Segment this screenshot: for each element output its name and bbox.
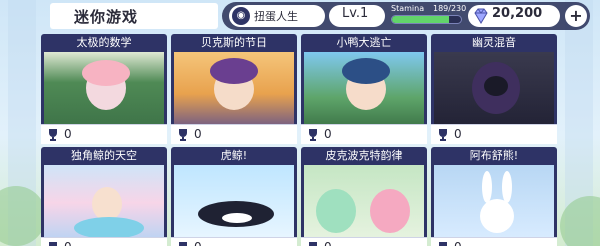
trophy-icon xyxy=(49,129,57,141)
level-text: Lv.1 xyxy=(342,6,369,21)
card-score-bar: 0 xyxy=(431,237,557,246)
game-score: 0 xyxy=(454,240,462,246)
gem-count: 20,200 xyxy=(492,6,543,21)
game-title: 幽灵混音 xyxy=(472,36,516,49)
game-title: 皮克波克特韵律 xyxy=(325,149,403,162)
game-title: 太极的数学 xyxy=(76,36,132,49)
player-name: 扭蛋人生 xyxy=(254,10,298,23)
game-thumbnail xyxy=(434,52,554,128)
card-score-bar: 0 xyxy=(41,124,167,144)
character-hair xyxy=(342,58,390,84)
game-card[interactable]: 小鸭大逃亡 0 xyxy=(301,34,427,144)
game-score: 0 xyxy=(64,127,72,141)
game-title: 贝克斯的节日 xyxy=(201,36,267,49)
game-card[interactable]: 皮克波克特韵律 0 xyxy=(301,147,427,246)
game-thumbnail xyxy=(174,52,294,128)
character-illustration xyxy=(370,189,410,233)
game-title: 小鸭大逃亡 xyxy=(336,36,392,49)
background-tree xyxy=(0,186,46,246)
game-card[interactable]: 贝克斯的节日 0 xyxy=(171,34,297,144)
game-thumbnail xyxy=(304,52,424,128)
character-hair xyxy=(210,58,258,84)
game-card[interactable]: 阿布舒熊! 0 xyxy=(431,147,557,246)
diamond-icon xyxy=(474,8,488,24)
bunny-illustration xyxy=(480,199,514,233)
card-score-bar: 0 xyxy=(171,237,297,246)
game-score: 0 xyxy=(194,127,202,141)
stamina-label: Stamina xyxy=(391,4,425,13)
add-gems-button[interactable]: + xyxy=(565,5,587,27)
character-illustration xyxy=(92,187,122,221)
character-illustration xyxy=(316,189,356,233)
gacha-icon: ◉ xyxy=(232,7,250,25)
card-score-bar: 0 xyxy=(171,124,297,144)
page-title: 迷你游戏 xyxy=(74,8,139,26)
trophy-icon xyxy=(309,242,317,246)
character-hair xyxy=(82,60,130,86)
game-thumbnail xyxy=(44,52,164,128)
card-score-bar: 0 xyxy=(41,237,167,246)
card-score-bar: 0 xyxy=(301,124,427,144)
game-card[interactable]: 幽灵混音 0 xyxy=(431,34,557,144)
stamina-bar xyxy=(391,15,462,24)
stamina-bar-fill xyxy=(392,16,449,23)
trophy-icon xyxy=(439,242,447,246)
narwhal-illustration xyxy=(74,217,144,239)
trophy-icon xyxy=(309,129,317,141)
game-score: 0 xyxy=(454,127,462,141)
header-bar: 迷你游戏 ◉ 扭蛋人生 Lv.1 Stamina 189/230 20,200 … xyxy=(0,0,600,32)
game-thumbnail xyxy=(304,165,424,241)
game-thumbnail xyxy=(434,165,554,241)
game-score: 0 xyxy=(194,240,202,246)
bunny-ear xyxy=(482,171,492,203)
game-thumbnail xyxy=(174,165,294,241)
game-card[interactable]: 虎鲸! 0 xyxy=(171,147,297,246)
card-score-bar: 0 xyxy=(301,237,427,246)
game-card[interactable]: 独角鲸的天空 0 xyxy=(41,147,167,246)
game-score: 0 xyxy=(324,240,332,246)
game-card[interactable]: 太极的数学 0 xyxy=(41,34,167,144)
game-title: 独角鲸的天空 xyxy=(71,149,137,162)
trophy-icon xyxy=(49,242,57,246)
game-thumbnail xyxy=(44,165,164,241)
bunny-ear xyxy=(502,171,512,203)
stamina-value: 189/230 xyxy=(433,4,467,13)
trophy-icon xyxy=(179,129,187,141)
game-score: 0 xyxy=(64,240,72,246)
game-title: 虎鲸! xyxy=(220,149,248,162)
trophy-icon xyxy=(439,129,447,141)
character-face xyxy=(484,76,508,96)
game-title: 阿布舒熊! xyxy=(469,149,519,162)
orca-belly xyxy=(222,213,252,223)
game-score: 0 xyxy=(324,127,332,141)
trophy-icon xyxy=(179,242,187,246)
card-score-bar: 0 xyxy=(431,124,557,144)
